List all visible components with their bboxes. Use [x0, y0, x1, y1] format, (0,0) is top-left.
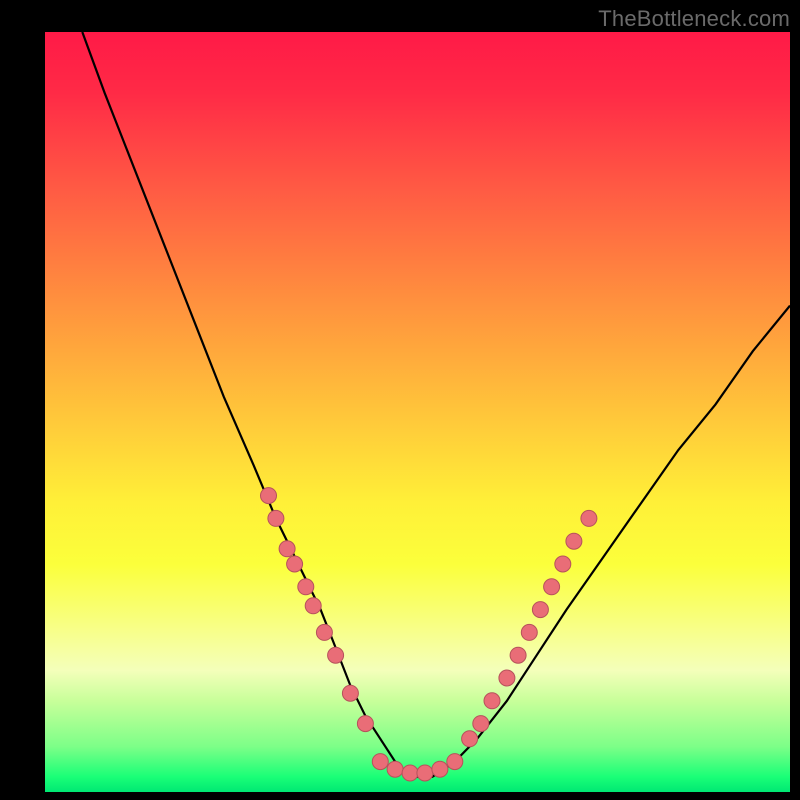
chart-container: [45, 32, 790, 792]
data-point: [473, 716, 489, 732]
data-point: [342, 685, 358, 701]
data-point: [462, 731, 478, 747]
data-point: [555, 556, 571, 572]
gradient-background: [45, 32, 790, 792]
data-point: [387, 761, 403, 777]
data-point: [279, 541, 295, 557]
data-point: [499, 670, 515, 686]
data-point: [484, 693, 500, 709]
data-point: [305, 598, 321, 614]
data-point: [268, 510, 284, 526]
data-point: [316, 624, 332, 640]
data-point: [544, 579, 560, 595]
data-point: [521, 624, 537, 640]
bottleneck-chart: [45, 32, 790, 792]
data-point: [298, 579, 314, 595]
data-point: [357, 716, 373, 732]
data-point: [447, 754, 463, 770]
data-point: [417, 765, 433, 781]
data-point: [287, 556, 303, 572]
data-point: [261, 488, 277, 504]
data-point: [432, 761, 448, 777]
data-point: [510, 647, 526, 663]
data-point: [402, 765, 418, 781]
data-point: [581, 510, 597, 526]
data-point: [372, 754, 388, 770]
watermark-text: TheBottleneck.com: [598, 6, 790, 32]
data-point: [532, 602, 548, 618]
data-point: [328, 647, 344, 663]
data-point: [566, 533, 582, 549]
